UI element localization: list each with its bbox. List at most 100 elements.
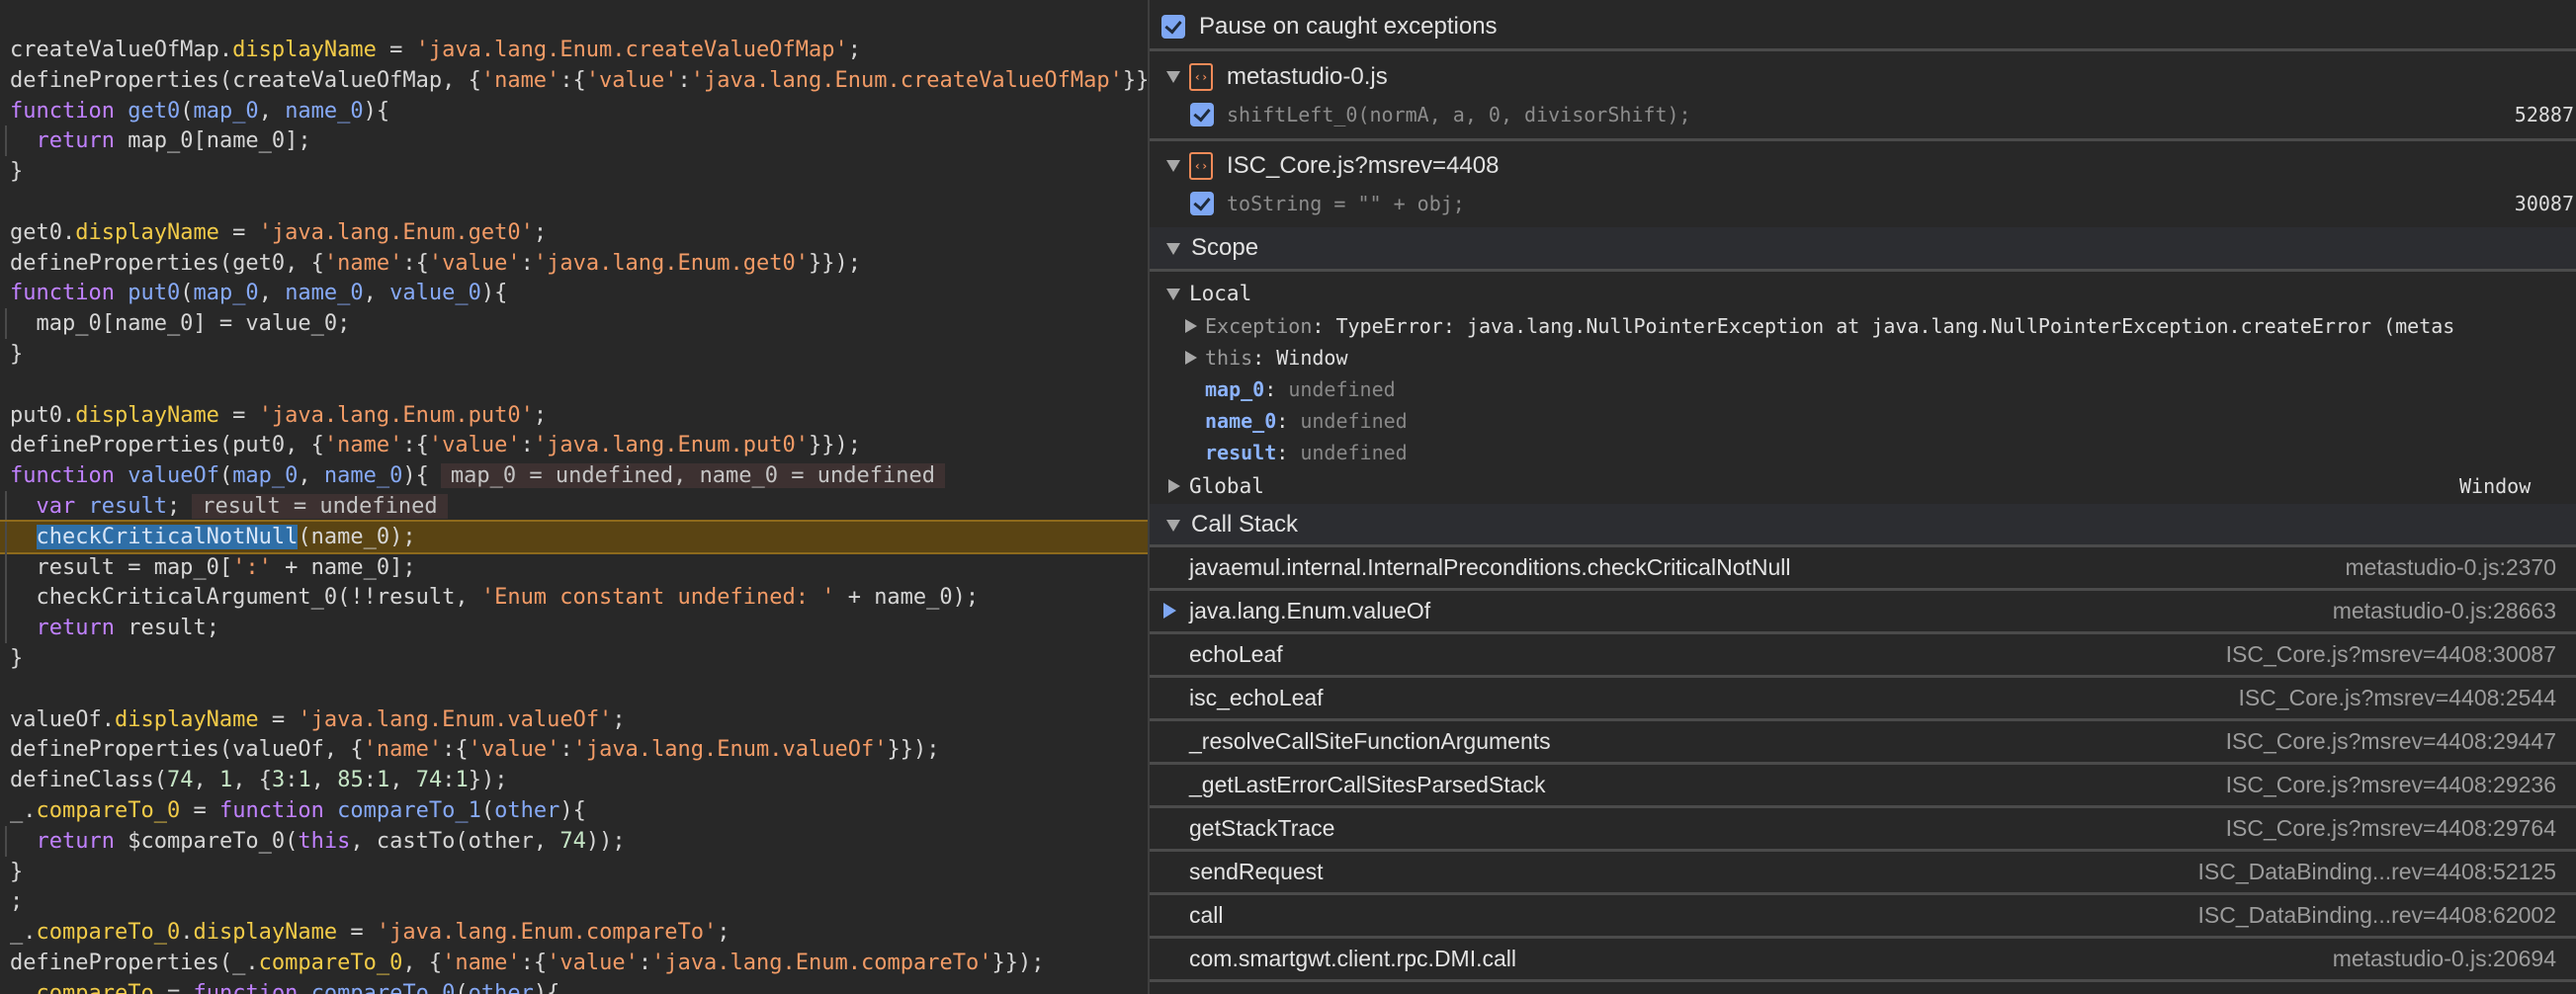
code-line[interactable]: defineProperties(put0, {'name':{'value':… [0, 430, 1148, 460]
code-token: : [363, 768, 377, 793]
code-line[interactable]: defineProperties(_.compareTo_0, {'name':… [0, 948, 1148, 978]
expand-triangle-icon[interactable] [1185, 319, 1197, 333]
code-line[interactable]: _.compareTo_0.displayName = 'java.lang.E… [0, 917, 1148, 948]
code-token: = [376, 38, 416, 62]
breakpoint-checkbox[interactable] [1190, 192, 1214, 215]
code-token: 'value' [468, 737, 560, 763]
collapse-triangle-icon[interactable] [1166, 243, 1180, 255]
scope-variable[interactable]: name_0: undefined [1205, 406, 1408, 436]
code-line[interactable]: } [0, 156, 1148, 187]
code-token: : [442, 768, 456, 793]
code-line[interactable]: createValueOfMap.displayName = 'java.lan… [0, 35, 1148, 65]
code-line[interactable]: valueOf.displayName = 'java.lang.Enum.va… [0, 704, 1148, 735]
frame-location[interactable]: metastudio-0.js:28663 [2333, 591, 2556, 631]
code-line[interactable]: function valueOf(map_0, name_0){map_0 = … [0, 460, 1148, 491]
code-line[interactable] [0, 370, 1148, 400]
code-token: function [218, 798, 338, 823]
frame-location[interactable]: ISC_Core.js?msrev=4408:30087 [2226, 634, 2556, 675]
frame-location[interactable]: metastudio-0.js:2370 [2345, 547, 2556, 588]
call-stack-frame[interactable]: com.smartgwt.client.rpc.DMI.call metastud… [1150, 939, 2576, 982]
frame-location[interactable]: metastudio-0.js:20694 [2333, 939, 2556, 979]
code-token: _. [10, 798, 37, 823]
code-line[interactable]: defineProperties(valueOf, {'name':{'valu… [0, 734, 1148, 765]
scope-header[interactable]: Scope [1150, 227, 2576, 269]
source-editor[interactable]: createValueOfMap.displayName = 'java.lan… [0, 0, 1148, 994]
scope-variable[interactable]: map_0: undefined [1205, 374, 1396, 404]
collapse-triangle-icon[interactable] [1166, 71, 1180, 83]
code-line[interactable]: return $compareTo_0(this, castTo(other, … [0, 825, 1148, 857]
code-line[interactable]: checkCriticalArgument_0(!!result, 'Enum … [0, 582, 1148, 614]
scope-variable[interactable]: result: undefined [1205, 438, 1408, 467]
current-execution-line[interactable]: checkCriticalNotNull(name_0); [0, 519, 1148, 554]
code-token: } [10, 646, 24, 671]
code-line[interactable]: map_0[name_0] = value_0; [0, 308, 1148, 340]
frame-location[interactable]: ISC_DataBinding...rev=4408:52125 [2197, 852, 2556, 892]
call-stack-frame[interactable]: _getLastErrorCallSitesParsedStack ISC_Cor… [1150, 765, 2576, 808]
call-stack-frame[interactable]: java.lang.Enum.valueOf metastudio-0.js:28… [1150, 591, 2576, 634]
code-line[interactable]: return result; [0, 613, 1148, 644]
code-line[interactable]: result = map_0[':' + name_0]; [0, 551, 1148, 583]
code-line[interactable]: compareTo = function compareTo_0(other){ [0, 978, 1148, 994]
scope-key: result [1205, 441, 1277, 464]
scope-this[interactable]: this: Window [1205, 343, 1348, 373]
code-line[interactable]: } [0, 339, 1148, 370]
code-token: , { [402, 951, 443, 975]
code-token: :{ [402, 250, 429, 276]
code-token: $compareTo_0( [114, 828, 299, 854]
code-line[interactable]: put0.displayName = 'java.lang.Enum.put0'… [0, 400, 1148, 431]
code-token: 74 [559, 828, 586, 854]
call-stack-frame[interactable]: echoLeaf ISC_Core.js?msrev=4408:30087 [1150, 634, 2576, 678]
code-line[interactable] [0, 674, 1148, 704]
code-token: , [298, 463, 324, 489]
code-line[interactable] [0, 187, 1148, 217]
breakpoint-file-name[interactable]: metastudio-0.js [1227, 61, 1388, 93]
code-line[interactable]: } [0, 857, 1148, 887]
call-stack-frame[interactable]: getStackTrace ISC_Core.js?msrev=4408:2976… [1150, 808, 2576, 852]
code-line[interactable]: function get0(map_0, name_0){ [0, 96, 1148, 126]
scope-key: map_0 [1205, 377, 1265, 401]
pause-on-caught-checkbox[interactable] [1161, 15, 1185, 39]
frame-function-name: isc_echoLeaf [1189, 685, 1324, 710]
call-stack-frame[interactable]: sendRequest ISC_DataBinding...rev=4408:52… [1150, 852, 2576, 895]
code-line[interactable]: return map_0[name_0]; [0, 125, 1148, 157]
code-line[interactable]: var result; result = undefined [0, 491, 1148, 522]
expand-triangle-icon[interactable] [1185, 351, 1197, 365]
scope-local-label[interactable]: Local [1189, 279, 1251, 308]
code-token: put0. [10, 402, 76, 428]
code-line[interactable]: defineProperties(get0, {'name':{'value':… [0, 248, 1148, 279]
code-line[interactable]: defineProperties(createValueOfMap, {'nam… [0, 65, 1148, 96]
call-stack-frame[interactable]: javaemul.internal.InternalPreconditions.… [1150, 547, 2576, 591]
breakpoint-checkbox[interactable] [1190, 103, 1214, 126]
frame-location[interactable]: ISC_Core.js?msrev=4408:29447 [2226, 721, 2556, 762]
code-line[interactable]: function put0(map_0, name_0, value_0){ [0, 278, 1148, 308]
code-token: ':' [232, 554, 272, 580]
breakpoint-file-name[interactable]: ISC_Core.js?msrev=4408 [1227, 150, 1499, 182]
call-stack-frame[interactable]: _resolveCallSiteFunctionArguments ISC_Cor… [1150, 721, 2576, 765]
code-token: checkCriticalArgument_0(!!result, [10, 585, 481, 611]
frame-location[interactable]: ISC_Core.js?msrev=4408:29236 [2226, 765, 2556, 805]
breakpoint-code[interactable]: shiftLeft_0(normA, a, 0, divisorShift); [1227, 100, 1691, 129]
expand-triangle-icon[interactable] [1168, 479, 1180, 493]
breakpoint-line-number: 52887 [2514, 103, 2574, 126]
scope-exception[interactable]: Exception: TypeError: java.lang.NullPoin… [1205, 311, 2454, 341]
code-token: name_0 [285, 281, 364, 306]
frame-location[interactable]: ISC_DataBinding...rev=4408:62002 [2197, 895, 2556, 936]
code-token: defineProperties(createValueOfMap, { [10, 67, 481, 93]
code-line[interactable]: } [0, 643, 1148, 674]
code-line[interactable]: get0.displayName = 'java.lang.Enum.get0'… [0, 217, 1148, 248]
call-stack-header[interactable]: Call Stack [1150, 504, 2576, 546]
breakpoint-code[interactable]: toString = "" + obj; [1227, 189, 1465, 218]
scope-global-label[interactable]: Global [1189, 471, 1264, 501]
call-stack-frame[interactable]: isc_echoLeaf ISC_Core.js?msrev=4408:2544 [1150, 678, 2576, 721]
collapse-triangle-icon[interactable] [1166, 520, 1180, 532]
code-line[interactable]: ; [0, 886, 1148, 917]
code-token: 'java.lang.Enum.put0' [533, 433, 809, 458]
call-stack-frame[interactable]: call ISC_DataBinding...rev=4408:62002 [1150, 895, 2576, 939]
collapse-triangle-icon[interactable] [1166, 289, 1180, 300]
code-token: 'value' [428, 433, 521, 458]
frame-location[interactable]: ISC_Core.js?msrev=4408:2544 [2238, 678, 2556, 718]
code-line[interactable]: _.compareTo_0 = function compareTo_1(oth… [0, 795, 1148, 826]
frame-location[interactable]: ISC_Core.js?msrev=4408:29764 [2226, 808, 2556, 849]
collapse-triangle-icon[interactable] [1166, 160, 1180, 172]
code-line[interactable]: defineClass(74, 1, {3:1, 85:1, 74:1}); [0, 765, 1148, 795]
